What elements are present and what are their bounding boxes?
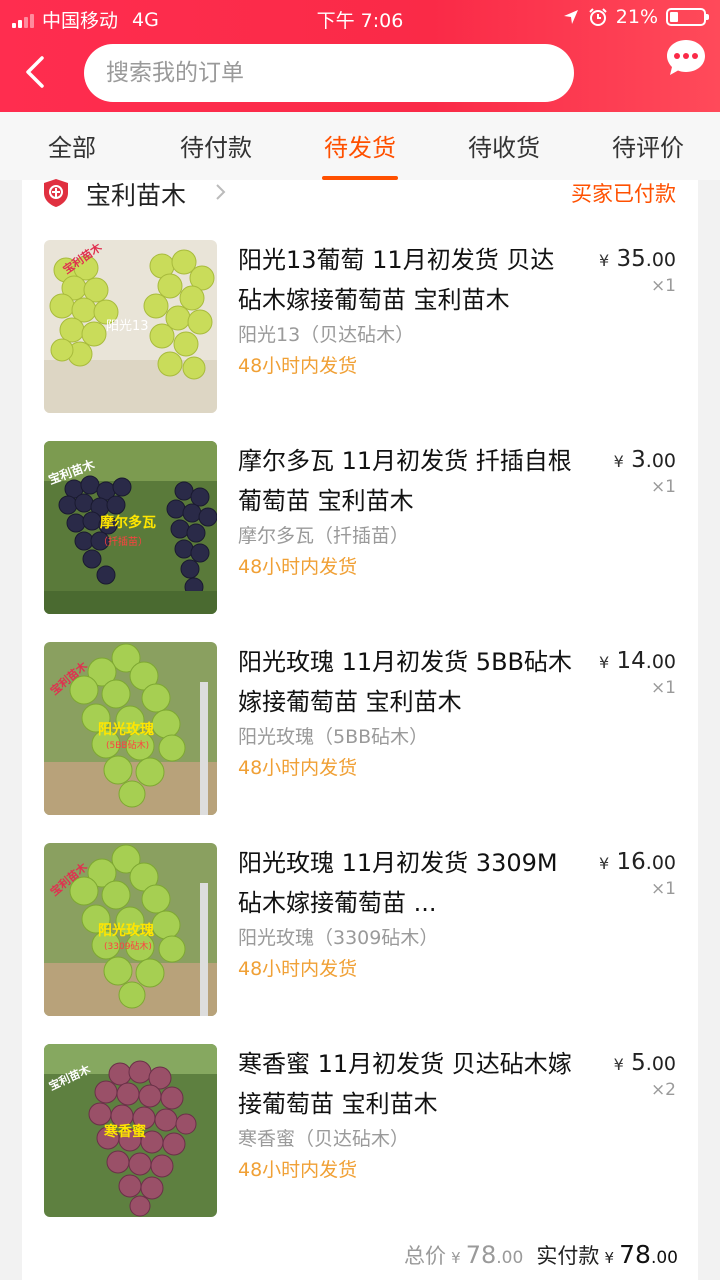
order-item[interactable]: 宝利苗木 摩尔多瓦 （扦插苗） 摩尔多瓦 11月初发货 扦插自根 葡萄苗 宝利苗… [22, 441, 698, 621]
product-sku: 阳光玫瑰（5BB砧木） [238, 726, 429, 748]
tab-pending-payment[interactable]: 待付款 [180, 128, 252, 163]
message-icon[interactable] [664, 36, 708, 80]
shipping-promise: 48小时内发货 [238, 1159, 358, 1181]
product-title[interactable]: 寒香蜜 11月初发货 贝达砧木嫁接葡萄苗 宝利苗木 [238, 1044, 578, 1124]
battery-percent: 21% [615, 6, 658, 28]
product-sku: 阳光玫瑰（3309砧木） [238, 927, 439, 949]
product-quantity: ×1 [650, 477, 676, 497]
shop-badge-icon [44, 179, 68, 207]
tab-pending-receipt[interactable]: 待收货 [468, 128, 540, 163]
chevron-right-icon[interactable] [214, 182, 228, 202]
status-bar: 中国移动 4G 下午 7:06 21% [0, 0, 720, 36]
tab-pending-shipment[interactable]: 待发货 [324, 128, 396, 163]
battery-icon [666, 8, 709, 26]
order-item[interactable]: 宝利苗木 阳光13 阳光13葡萄 11月初发货 贝达砧木嫁接葡萄苗 宝利苗木 阳… [22, 240, 698, 420]
thumbnail-sublabel: （扦插苗） [98, 535, 148, 548]
order-status: 买家已付款 [571, 182, 676, 206]
product-title[interactable]: 阳光13葡萄 11月初发货 贝达砧木嫁接葡萄苗 宝利苗木 [238, 240, 578, 320]
header-bar: 中国移动 4G 下午 7:06 21% 搜索我的订单 [0, 0, 720, 112]
shop-header[interactable]: 宝利苗木 买家已付款 [22, 179, 698, 234]
product-quantity: ×1 [650, 678, 676, 698]
product-thumbnail[interactable]: 宝利苗木 阳光13 [44, 240, 217, 413]
product-sku: 寒香蜜（贝达砧木） [238, 1128, 410, 1150]
product-title[interactable]: 阳光玫瑰 11月初发货 3309M砧木嫁接葡萄苗 ... [238, 843, 578, 923]
order-item[interactable]: 宝利苗木 寒香蜜 寒香蜜 11月初发货 贝达砧木嫁接葡萄苗 宝利苗木 寒香蜜（贝… [22, 1044, 698, 1224]
tab-pending-review[interactable]: 待评价 [612, 128, 684, 163]
product-price: ¥ 5.00 [613, 1050, 676, 1076]
product-sku: 阳光13（贝达砧木） [238, 324, 415, 346]
product-title[interactable]: 阳光玫瑰 11月初发货 5BB砧木 嫁接葡萄苗 宝利苗木 [238, 642, 578, 722]
product-thumbnail[interactable]: 宝利苗木 阳光玫瑰 (5BB砧木) [44, 642, 217, 815]
order-total-row: 总价 ¥ 78.00 实付款 ¥ 78.00 [404, 1240, 678, 1280]
product-title[interactable]: 摩尔多瓦 11月初发货 扦插自根 葡萄苗 宝利苗木 [238, 441, 578, 521]
tab-all[interactable]: 全部 [48, 128, 96, 163]
search-input[interactable]: 搜索我的订单 [84, 44, 574, 102]
alarm-icon [589, 8, 607, 26]
thumbnail-label: 阳光玫瑰 [98, 721, 154, 738]
thumbnail-label: 阳光13 [106, 319, 149, 334]
product-thumbnail[interactable]: 宝利苗木 阳光玫瑰 (3309砧木) [44, 843, 217, 1016]
product-thumbnail[interactable]: 宝利苗木 摩尔多瓦 （扦插苗） [44, 441, 217, 614]
currency-symbol: ¥ [604, 1249, 615, 1267]
product-price: ¥ 16.00 [599, 849, 676, 875]
product-quantity: ×1 [650, 276, 676, 296]
total-price-decimal: .00 [496, 1248, 524, 1268]
product-price: ¥ 3.00 [613, 447, 676, 473]
thumbnail-sublabel: (5BB砧木) [106, 739, 149, 751]
paid-amount-value: 78 [619, 1240, 651, 1269]
product-thumbnail[interactable]: 宝利苗木 寒香蜜 [44, 1044, 217, 1217]
order-item[interactable]: 宝利苗木 阳光玫瑰 (5BB砧木) 阳光玫瑰 11月初发货 5BB砧木 嫁接葡萄… [22, 642, 698, 822]
total-price-value: 78 [465, 1241, 497, 1269]
back-arrow-icon[interactable] [20, 54, 50, 90]
thumbnail-label: 摩尔多瓦 [100, 514, 156, 531]
thumbnail-label: 阳光玫瑰 [98, 922, 154, 939]
shipping-promise: 48小时内发货 [238, 355, 358, 377]
product-quantity: ×1 [650, 879, 676, 899]
order-tabs: 全部 待付款 待发货 待收货 待评价 [0, 112, 720, 180]
thumbnail-sublabel: (3309砧木) [104, 940, 152, 952]
paid-amount-decimal: .00 [650, 1248, 678, 1268]
thumbnail-label: 寒香蜜 [104, 1123, 146, 1140]
shipping-promise: 48小时内发货 [238, 556, 358, 578]
location-icon [563, 10, 578, 24]
currency-symbol: ¥ [451, 1249, 461, 1267]
total-price-label: 总价 [403, 1244, 446, 1268]
order-item[interactable]: 宝利苗木 阳光玫瑰 (3309砧木) 阳光玫瑰 11月初发货 3309M砧木嫁接… [22, 843, 698, 1023]
shop-name[interactable]: 宝利苗木 [86, 176, 186, 212]
paid-amount-label: 实付款 [536, 1244, 600, 1268]
shipping-promise: 48小时内发货 [238, 757, 358, 779]
product-price: ¥ 35.00 [599, 246, 676, 272]
order-card[interactable]: 宝利苗木 买家已付款 宝利苗木 阳光13 阳光13葡萄 11月初发货 贝达砧木嫁… [22, 179, 698, 1280]
product-sku: 摩尔多瓦（扦插苗） [238, 525, 410, 547]
product-quantity: ×2 [650, 1080, 676, 1100]
shipping-promise: 48小时内发货 [238, 958, 358, 980]
product-price: ¥ 14.00 [599, 648, 676, 674]
